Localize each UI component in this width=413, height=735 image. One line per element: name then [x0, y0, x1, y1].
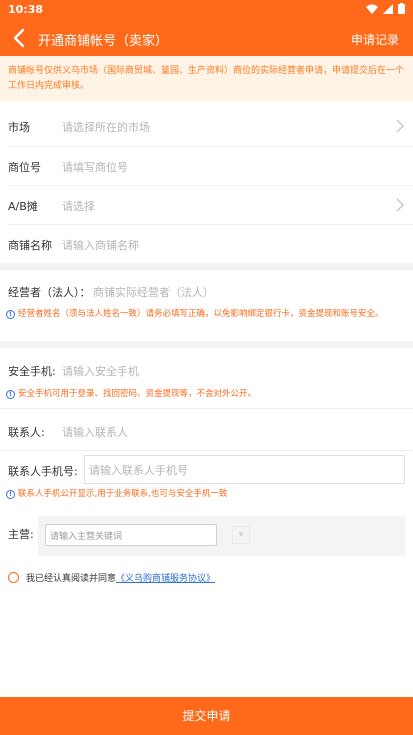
submit-button[interactable]: 提交申请	[0, 697, 413, 735]
main-business-input[interactable]: 请输入主营关键词	[45, 524, 217, 546]
status-time: 10:38	[8, 3, 44, 16]
application-record-link[interactable]: 申请记录	[351, 31, 399, 48]
ab-stall-select[interactable]: A/B摊 请选择	[0, 186, 413, 224]
battery-icon	[398, 3, 405, 14]
ab-stall-placeholder: 请选择	[62, 200, 95, 213]
ab-stall-label: A/B摊	[8, 200, 38, 213]
status-icons	[366, 3, 405, 14]
stall-number-field[interactable]: 商位号 请填写商位号	[0, 147, 413, 185]
wifi-icon	[366, 4, 378, 14]
secure-phone-placeholder: 请输入安全手机	[62, 365, 139, 378]
contact-placeholder: 请输入联系人	[62, 426, 128, 439]
chevron-down-icon[interactable]: ▾	[232, 526, 250, 544]
operator-placeholder: 商铺实际经营者（法人）	[93, 286, 214, 299]
chevron-right-icon	[396, 119, 404, 133]
stall-number-placeholder: 请填写商位号	[62, 161, 128, 174]
info-icon: !	[6, 490, 15, 499]
info-icon: !	[6, 390, 15, 399]
stall-number-label: 商位号	[8, 161, 41, 174]
notice-banner: 商铺帐号仅供义乌市场（国际商贸城、篁园、生产资料）商位的实际经营者申请，申请提交…	[0, 56, 413, 101]
agreement-radio[interactable]	[8, 572, 19, 583]
main-business-label: 主营:	[8, 528, 34, 541]
contact-phone-input[interactable]: 请输入联系人手机号	[84, 455, 405, 484]
shop-name-label: 商铺名称	[8, 239, 52, 252]
operator-field[interactable]: 经营者（法人）： 商铺实际经营者（法人）	[0, 272, 413, 310]
secure-phone-hint: ! 安全手机可用于登录、找回密码、资金提现等，不会对外公开。	[6, 388, 256, 401]
section-gap	[0, 341, 413, 348]
operator-hint: ! 经营者姓名（须与法人姓名一致）请务必填写正确，以免影响绑定银行卡，资金提现和账…	[6, 308, 406, 321]
shop-name-field[interactable]: 商铺名称 请输入商铺名称	[0, 225, 413, 263]
section-gap	[0, 263, 413, 270]
back-arrow-icon[interactable]	[10, 27, 30, 49]
agreement-row: 我已经认真阅读并同意 《义乌购商铺服务协议》	[8, 571, 215, 584]
info-icon: !	[6, 310, 15, 319]
operator-label: 经营者（法人）：	[8, 286, 91, 299]
status-bar: 10:38	[0, 0, 413, 20]
market-select[interactable]: 市场 请选择所在的市场	[0, 107, 413, 145]
nav-bar: 开通商铺帐号（卖家） 申请记录	[0, 20, 413, 56]
contact-field[interactable]: 联系人: 请输入联系人	[0, 412, 413, 450]
contact-phone-hint: ! 联系人手机公开显示,用于业务联系,也可与安全手机一致	[6, 488, 227, 501]
agreement-text: 我已经认真阅读并同意	[26, 574, 117, 584]
shop-name-placeholder: 请输入商铺名称	[62, 239, 139, 252]
contact-phone-label: 联系人手机号:	[8, 465, 78, 478]
market-placeholder: 请选择所在的市场	[62, 121, 150, 134]
divider	[0, 408, 413, 409]
signal-icon	[383, 3, 393, 14]
secure-phone-field[interactable]: 安全手机: 请输入安全手机	[0, 351, 413, 389]
page-title: 开通商铺帐号（卖家）	[38, 34, 169, 49]
chevron-right-icon	[396, 198, 404, 212]
secure-phone-label: 安全手机:	[8, 365, 56, 378]
market-label: 市场	[8, 121, 30, 134]
contact-label: 联系人:	[8, 426, 45, 439]
agreement-link[interactable]: 《义乌购商铺服务协议》	[116, 571, 215, 584]
